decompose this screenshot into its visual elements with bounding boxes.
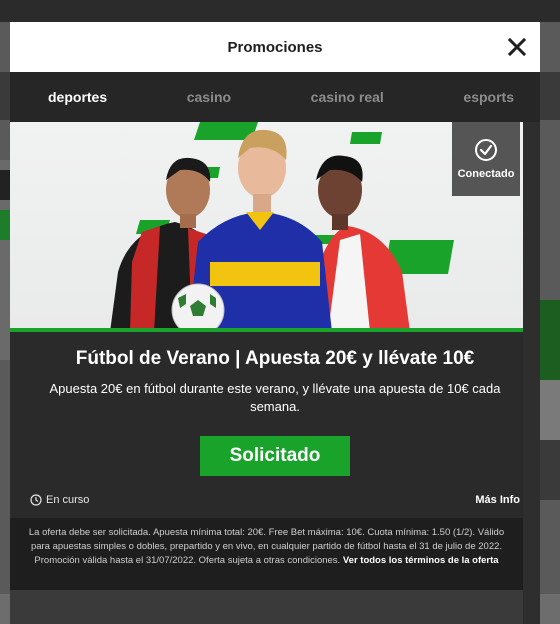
status-indicator: En curso [30, 494, 89, 506]
clock-icon [30, 494, 42, 506]
tab-casino-real[interactable]: casino real [311, 89, 384, 105]
promo-title: Fútbol de Verano | Apuesta 20€ y llévate… [75, 348, 475, 369]
background-left-strip [0, 160, 10, 360]
promo-body: Fútbol de Verano | Apuesta 20€ y llévate… [10, 332, 540, 476]
close-icon [507, 37, 527, 57]
players-illustration [110, 122, 454, 332]
connected-label: Conectado [457, 168, 515, 180]
close-button[interactable] [506, 36, 528, 58]
banner-accent-bar [10, 328, 523, 332]
modal-header: Promociones [10, 22, 540, 72]
tab-esports[interactable]: esports [463, 89, 514, 105]
check-circle-icon [475, 139, 497, 161]
tab-casino[interactable]: casino [187, 89, 231, 105]
promo-meta-row: En curso Más Info [10, 490, 540, 510]
scrollbar[interactable] [523, 122, 540, 624]
promotions-modal: Promociones deportes casino casino real … [10, 22, 540, 624]
terms-link[interactable]: Ver todos los términos de la oferta [343, 555, 499, 566]
solicitado-button[interactable]: Solicitado [200, 436, 350, 476]
modal-title: Promociones [227, 38, 323, 56]
promo-banner-image: Conectado [10, 122, 540, 332]
background-top-bar [0, 0, 560, 22]
status-label: En curso [46, 494, 90, 506]
more-info-link[interactable]: Más Info [475, 494, 520, 506]
terms-box: La oferta debe ser solicitada. Apuesta m… [10, 518, 523, 590]
promo-description: Apuesta 20€ en fútbol durante este veran… [49, 381, 501, 414]
category-tabs: deportes casino casino real esports [10, 72, 540, 122]
connected-badge: Conectado [452, 122, 520, 196]
next-promo-preview [10, 590, 523, 624]
tab-deportes[interactable]: deportes [48, 89, 107, 105]
